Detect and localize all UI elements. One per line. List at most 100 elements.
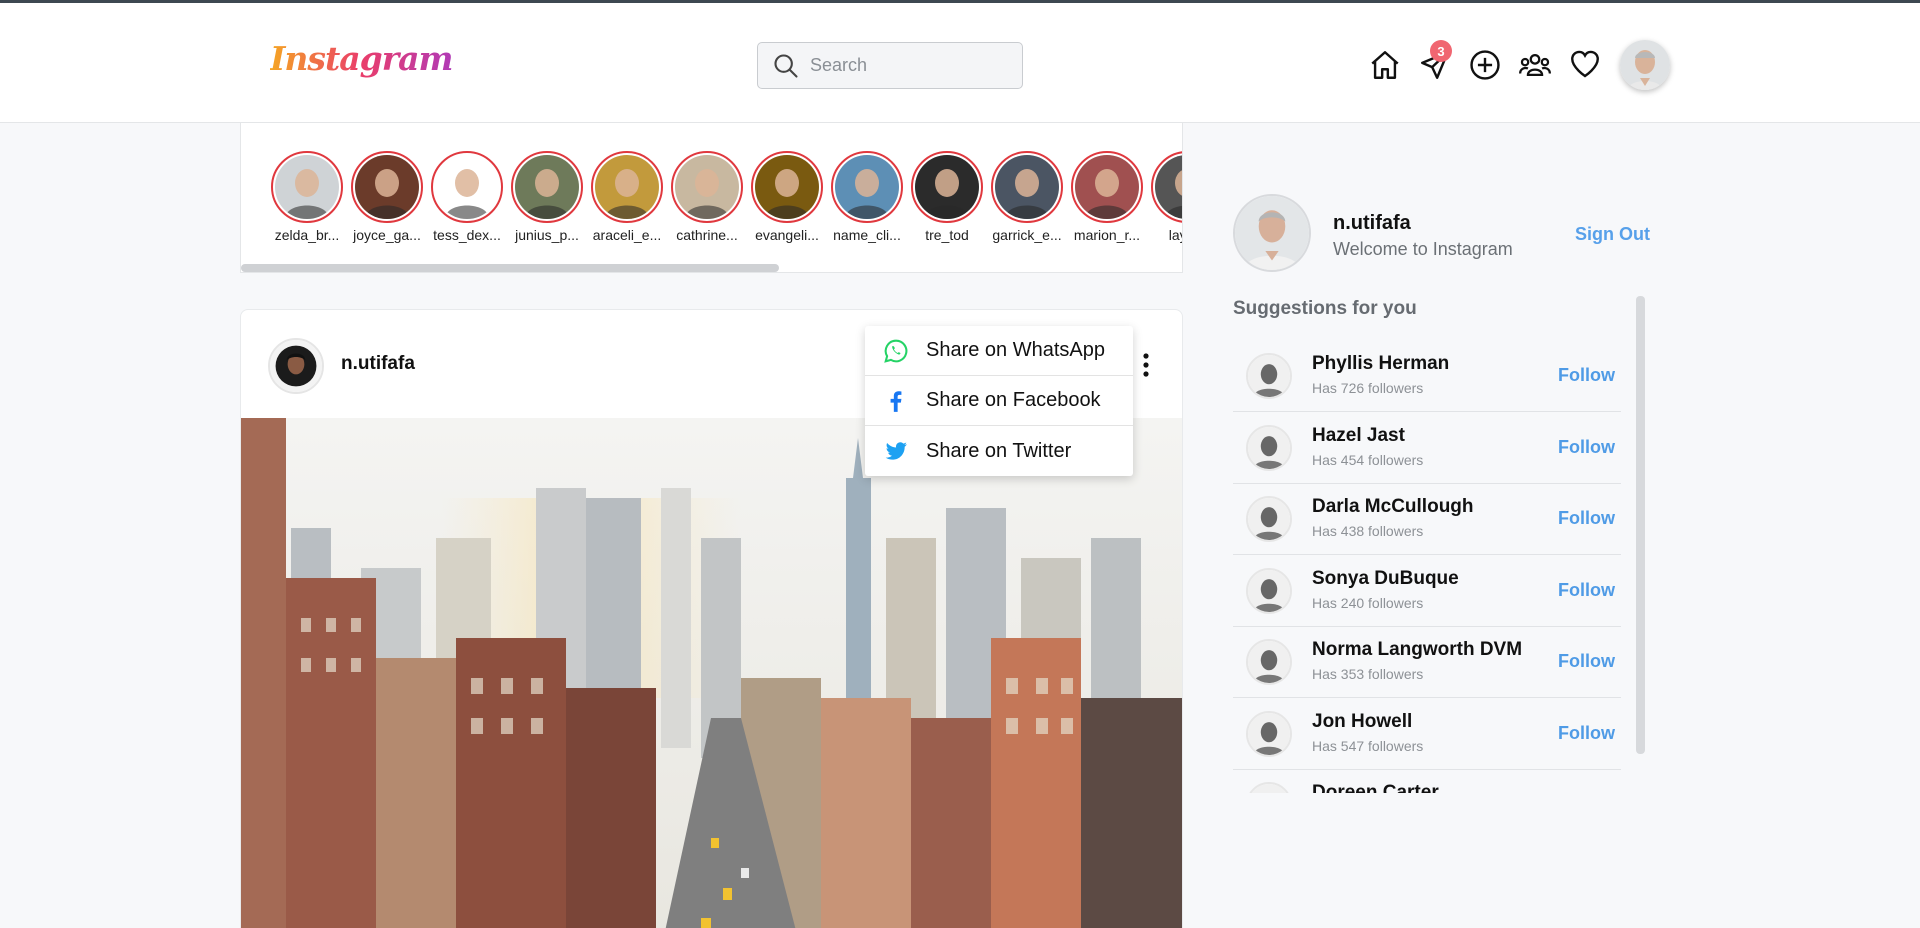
suggestion-name[interactable]: Darla McCullough	[1312, 496, 1474, 518]
story-avatar	[831, 151, 903, 223]
follow-button[interactable]: Follow	[1558, 365, 1615, 386]
post-image[interactable]	[241, 418, 1182, 928]
suggestions-title: Suggestions for you	[1233, 298, 1417, 319]
suggestion-name[interactable]: Phyllis Herman	[1312, 353, 1449, 375]
story-avatar	[991, 151, 1063, 223]
suggestion-name[interactable]: Sonya DuBuque	[1312, 568, 1459, 590]
story-item[interactable]: junius_p...	[511, 151, 583, 243]
suggestion-avatar[interactable]	[1246, 496, 1292, 542]
stories-scrollbar[interactable]	[241, 264, 779, 272]
suggestion-row: Phyllis Herman Has 726 followers Follow	[1233, 341, 1621, 412]
current-user-avatar[interactable]	[1233, 194, 1311, 272]
share-facebook-label: Share on Facebook	[926, 389, 1101, 411]
story-item[interactable]: zelda_br...	[271, 151, 343, 243]
follow-button[interactable]: Follow	[1558, 651, 1615, 672]
share-twitter-label: Share on Twitter	[926, 439, 1072, 462]
suggestion-avatar[interactable]	[1246, 710, 1292, 757]
share-facebook[interactable]: Share on Facebook	[865, 376, 1133, 426]
suggestion-name[interactable]: Jon Howell	[1312, 711, 1412, 733]
story-item[interactable]: tre_tod	[911, 151, 983, 243]
post-username[interactable]: n.utifafa	[341, 353, 415, 375]
story-item[interactable]: joyce_ga...	[351, 151, 423, 243]
story-username: zelda_br...	[274, 227, 340, 243]
share-menu: Share on WhatsApp Share on Facebook Shar…	[865, 326, 1133, 476]
story-avatar	[1071, 151, 1143, 223]
suggestions-list: Phyllis Herman Has 726 followers Follow Haz…	[1233, 341, 1623, 793]
story-username: evangeli...	[755, 227, 819, 243]
home-icon[interactable]	[1368, 48, 1402, 82]
story-item[interactable]: araceli_e...	[591, 151, 663, 243]
current-user-name[interactable]: n.utifafa	[1333, 212, 1411, 235]
follow-button[interactable]: Follow	[1558, 437, 1615, 458]
suggestions-scrollbar[interactable]	[1636, 296, 1645, 754]
story-avatar	[911, 151, 983, 223]
story-avatar	[271, 151, 343, 223]
nav-avatar[interactable]	[1620, 40, 1670, 90]
follow-button[interactable]: Follow	[1558, 580, 1615, 601]
suggestion-followers: Has 438 followers	[1312, 523, 1424, 539]
suggestion-row: Hazel Jast Has 454 followers Follow	[1233, 413, 1621, 484]
story-username: cathrine...	[676, 227, 738, 243]
story-avatar	[671, 151, 743, 223]
story-item[interactable]: layla_	[1151, 151, 1182, 243]
suggestion-avatar[interactable]	[1246, 782, 1292, 793]
facebook-icon	[890, 390, 902, 412]
story-avatar	[1151, 151, 1182, 223]
suggestion-avatar[interactable]	[1246, 353, 1292, 399]
suggestion-row: Norma Langworth DVM Has 353 followers Foll…	[1233, 627, 1621, 698]
search-icon	[774, 53, 798, 78]
more-options-icon[interactable]	[1142, 352, 1150, 378]
twitter-icon	[885, 442, 907, 460]
story-item[interactable]: tess_dex...	[431, 151, 503, 243]
welcome-text: Welcome to Instagram	[1333, 239, 1513, 259]
suggestion-followers: Has 240 followers	[1312, 594, 1424, 611]
story-avatar	[591, 151, 663, 223]
suggestion-row: Darla McCullough Has 438 followers Follow	[1233, 484, 1621, 555]
messages-badge: 3	[1430, 40, 1452, 62]
story-item[interactable]: cathrine...	[671, 151, 743, 243]
suggestion-followers: Has 353 followers	[1312, 666, 1424, 682]
follow-button[interactable]: Follow	[1558, 723, 1615, 744]
suggestion-followers: Has 454 followers	[1312, 451, 1424, 468]
heart-icon[interactable]	[1568, 47, 1602, 81]
suggestion-avatar[interactable]	[1246, 567, 1292, 614]
story-username: junius_p...	[515, 227, 579, 243]
share-whatsapp[interactable]: Share on WhatsApp	[865, 326, 1133, 376]
suggestion-avatar[interactable]	[1246, 424, 1292, 471]
post-author-avatar[interactable]	[268, 338, 324, 394]
story-username: layla_	[1168, 227, 1182, 243]
suggestion-followers: Has 547 followers	[1312, 737, 1424, 754]
story-username: tess_dex...	[433, 227, 501, 243]
share-whatsapp-label: Share on WhatsApp	[926, 339, 1105, 361]
people-icon[interactable]	[1518, 48, 1552, 82]
story-username: araceli_e...	[592, 227, 662, 243]
story-avatar	[431, 151, 503, 223]
suggestion-avatar[interactable]	[1246, 639, 1292, 685]
suggestion-followers: Has 726 followers	[1312, 380, 1424, 396]
plus-circle-icon[interactable]	[1468, 48, 1502, 82]
story-item[interactable]: garrick_e...	[991, 151, 1063, 243]
story-username: marion_r...	[1073, 227, 1141, 243]
story-item[interactable]: evangeli...	[751, 151, 823, 243]
story-item[interactable]: marion_r...	[1071, 151, 1143, 243]
suggestion-row: Jon Howell Has 547 followers Follow	[1233, 699, 1621, 770]
story-item[interactable]: name_cli...	[831, 151, 903, 243]
story-username: garrick_e...	[992, 227, 1062, 243]
story-avatar	[751, 151, 823, 223]
share-twitter[interactable]: Share on Twitter	[865, 426, 1133, 476]
whatsapp-icon	[884, 339, 908, 363]
suggestion-name[interactable]: Norma Langworth DVM	[1312, 639, 1522, 661]
story-username: joyce_ga...	[353, 227, 421, 243]
story-username: name_cli...	[833, 227, 901, 243]
stories-bar: zelda_br... joyce_ga... tess_dex... junius_…	[240, 123, 1183, 273]
instagram-logo[interactable]: Instagram	[270, 39, 453, 78]
follow-button[interactable]: Follow	[1558, 508, 1615, 529]
suggestion-name[interactable]: Doreen Carter	[1312, 782, 1439, 793]
search-box[interactable]	[757, 42, 1023, 89]
sign-out-link[interactable]: Sign Out	[1575, 224, 1650, 245]
suggestion-row: Doreen Carter	[1233, 770, 1621, 793]
suggestion-row: Sonya DuBuque Has 240 followers Follow	[1233, 556, 1621, 627]
search-input[interactable]	[810, 55, 1010, 76]
story-avatar	[511, 151, 583, 223]
suggestion-name[interactable]: Hazel Jast	[1312, 425, 1405, 447]
